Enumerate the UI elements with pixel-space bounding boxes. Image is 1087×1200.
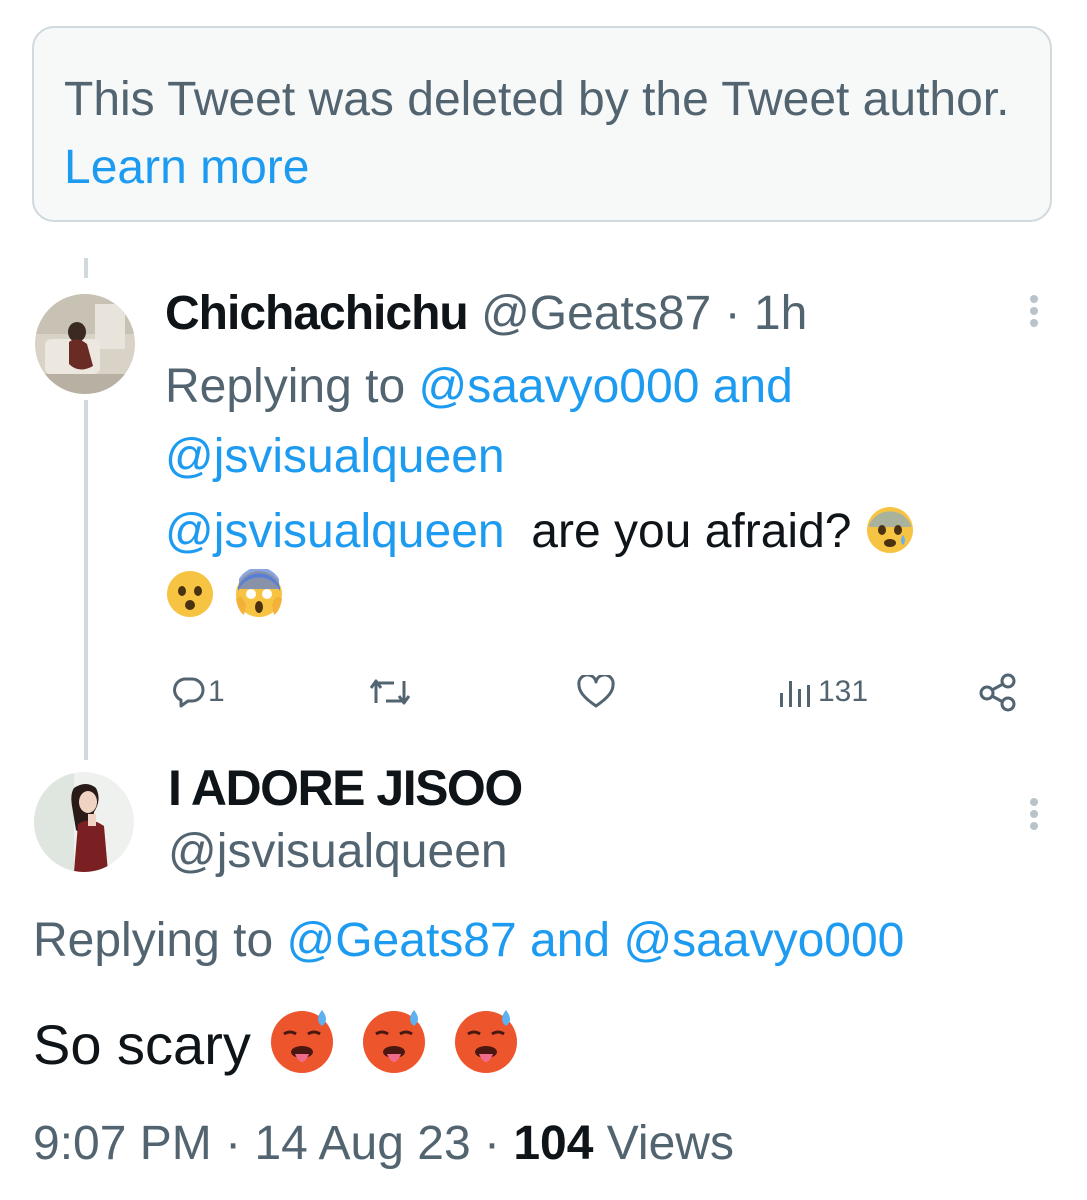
analytics-icon — [778, 675, 818, 709]
deleted-tweet-notice: This Tweet was deleted by the Tweet auth… — [32, 26, 1052, 222]
replying-to: Replying to @saavyo000 and @jsvisualquee… — [165, 352, 945, 492]
separator: · — [484, 1117, 500, 1170]
and-link[interactable]: and — [713, 360, 793, 413]
thread-line — [84, 400, 88, 760]
author-name[interactable]: Chichachichu — [165, 287, 469, 340]
views-count[interactable]: 104 — [513, 1117, 593, 1170]
tweet-time[interactable]: 1h — [754, 287, 807, 340]
tweet-time[interactable]: 9:07 PM — [33, 1117, 212, 1170]
tweet-header: Chichachichu @Geats87 · 1h — [165, 284, 807, 344]
reply-icon — [172, 675, 206, 709]
reply-button[interactable]: 1 — [172, 667, 225, 717]
author-handle[interactable]: @Geats87 — [481, 287, 711, 340]
mention-link[interactable]: @saavyo000 — [418, 360, 699, 413]
author-handle[interactable]: @jsvisualqueen — [168, 822, 508, 882]
mention-link[interactable]: @jsvisualqueen — [165, 505, 505, 558]
separator: · — [225, 1117, 242, 1170]
hot-face-emoji-icon — [450, 1004, 522, 1076]
tweet-date[interactable]: 14 Aug 23 — [254, 1117, 470, 1170]
views-button[interactable]: 131 — [778, 667, 868, 717]
and-link[interactable]: and — [530, 914, 610, 967]
replying-to: Replying to @Geats87 and @saavyo000 — [33, 908, 904, 974]
deleted-notice-text: This Tweet was deleted by the Tweet auth… — [64, 73, 1010, 126]
hot-face-emoji-icon — [266, 1004, 338, 1076]
mention-link[interactable]: @jsvisualqueen — [165, 430, 505, 483]
mention-link[interactable]: @Geats87 — [286, 914, 516, 967]
screaming-face-emoji-icon — [234, 569, 284, 619]
heart-icon — [577, 675, 615, 709]
tweet-text-content: So scary — [33, 1013, 251, 1076]
retweet-button[interactable] — [370, 667, 410, 717]
separator: · — [724, 287, 741, 340]
anxious-face-emoji-icon — [865, 505, 915, 555]
replying-to-label: Replying to — [165, 360, 406, 413]
reply-count: 1 — [208, 675, 225, 708]
share-button[interactable] — [978, 667, 1018, 717]
more-options-icon[interactable] — [1024, 795, 1044, 835]
hot-face-emoji-icon — [358, 1004, 430, 1076]
avatar[interactable] — [35, 294, 135, 394]
like-button[interactable] — [577, 667, 615, 717]
views-count: 131 — [818, 675, 869, 708]
author-name[interactable]: I ADORE JISOO — [168, 758, 523, 818]
thread-line-top — [84, 258, 88, 278]
more-options-icon[interactable] — [1024, 292, 1044, 332]
tweet-meta: 9:07 PM · 14 Aug 23 · 104 Views — [33, 1112, 734, 1176]
views-label: Views — [606, 1117, 734, 1170]
share-icon — [978, 672, 1018, 712]
replying-to-label: Replying to — [33, 914, 274, 967]
learn-more-link[interactable]: Learn more — [64, 141, 309, 194]
tweet-text: So scary — [33, 1004, 526, 1081]
avatar[interactable] — [34, 772, 134, 872]
hushed-face-emoji-icon — [165, 569, 215, 619]
retweet-icon — [370, 675, 410, 709]
tweet-text-content: are you afraid? — [531, 505, 852, 558]
mention-link[interactable]: @saavyo000 — [623, 914, 904, 967]
tweet-text: @jsvisualqueen are you afraid? — [165, 500, 1025, 628]
